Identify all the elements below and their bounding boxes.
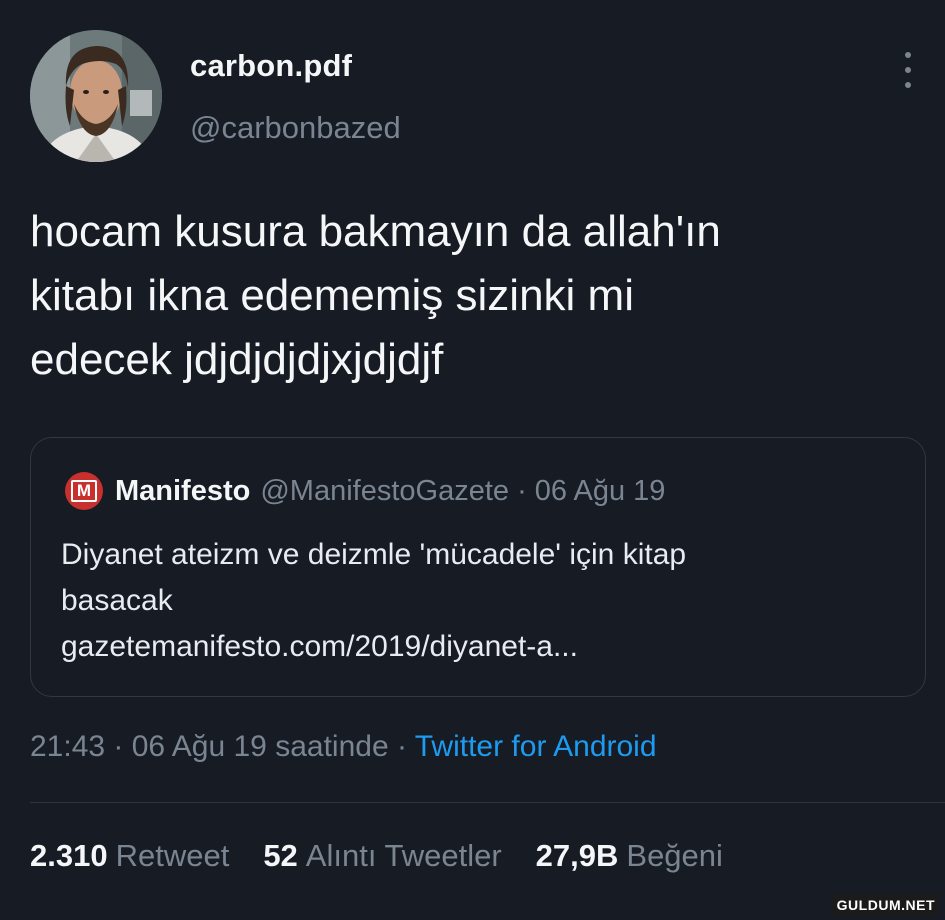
manifesto-logo-icon: M	[65, 472, 103, 510]
watermark: GULDUM.NET	[832, 894, 939, 916]
dot	[905, 52, 911, 58]
divider	[30, 802, 945, 803]
quote-tweets-count: 52	[263, 838, 298, 873]
dot	[905, 67, 911, 73]
logo-letter: M	[71, 480, 97, 502]
quoted-tweet-header: M Manifesto @ManifestoGazete · 06 Ağu 19	[65, 472, 665, 510]
retweets-stat[interactable]: 2.310 Retweet	[30, 838, 229, 874]
source-link[interactable]: Twitter for Android	[415, 730, 657, 763]
quoted-tweet-text: Diyanet ateizm ve deizmle 'mücadele' içi…	[61, 532, 901, 670]
engagement-stats: 2.310 Retweet 52 Alıntı Tweetler 27,9B Beğe…	[30, 838, 757, 874]
author-display-name[interactable]: carbon.pdf	[190, 48, 352, 84]
quote-tweets-label: Alıntı Tweetler	[305, 838, 502, 873]
tweet-timestamp: 21:43 · 06 Ağu 19 saatinde · Twitter for…	[30, 730, 657, 764]
dot	[905, 82, 911, 88]
quoted-text-line: Diyanet ateizm ve deizmle 'mücadele' içi…	[61, 538, 687, 571]
retweets-count: 2.310	[30, 838, 108, 873]
more-options-icon[interactable]	[896, 52, 920, 88]
tweet-text-line: edecek jdjdjdjdjxjdjdjf	[30, 335, 444, 384]
quoted-text-line: basacak	[61, 584, 173, 617]
quote-tweets-stat[interactable]: 52 Alıntı Tweetler	[263, 838, 501, 874]
tweet-text-line: kitabı ikna edememiş sizinki mi	[30, 271, 634, 320]
tweet-text: hocam kusura bakmayın da allah'ın kitabı…	[30, 200, 910, 392]
quoted-author-name[interactable]: Manifesto	[115, 475, 250, 508]
likes-stat[interactable]: 27,9B Beğeni	[536, 838, 723, 874]
retweets-label: Retweet	[115, 838, 230, 873]
tweet-detail-screen: carbon.pdf @carbonbazed hocam kusura bak…	[0, 0, 945, 920]
timestamp-text: 21:43 · 06 Ağu 19 saatinde ·	[30, 730, 415, 763]
profile-photo-icon	[30, 30, 162, 162]
likes-count: 27,9B	[535, 838, 619, 873]
likes-label: Beğeni	[626, 838, 723, 873]
quoted-link[interactable]: gazetemanifesto.com/2019/diyanet-a...	[61, 624, 901, 670]
author-handle[interactable]: @carbonbazed	[190, 110, 401, 146]
quoted-tweet-card[interactable]: M Manifesto @ManifestoGazete · 06 Ağu 19…	[30, 437, 926, 697]
tweet-text-line: hocam kusura bakmayın da allah'ın	[30, 207, 721, 256]
avatar[interactable]	[30, 30, 162, 162]
quoted-author-meta: @ManifestoGazete · 06 Ağu 19	[260, 474, 666, 507]
